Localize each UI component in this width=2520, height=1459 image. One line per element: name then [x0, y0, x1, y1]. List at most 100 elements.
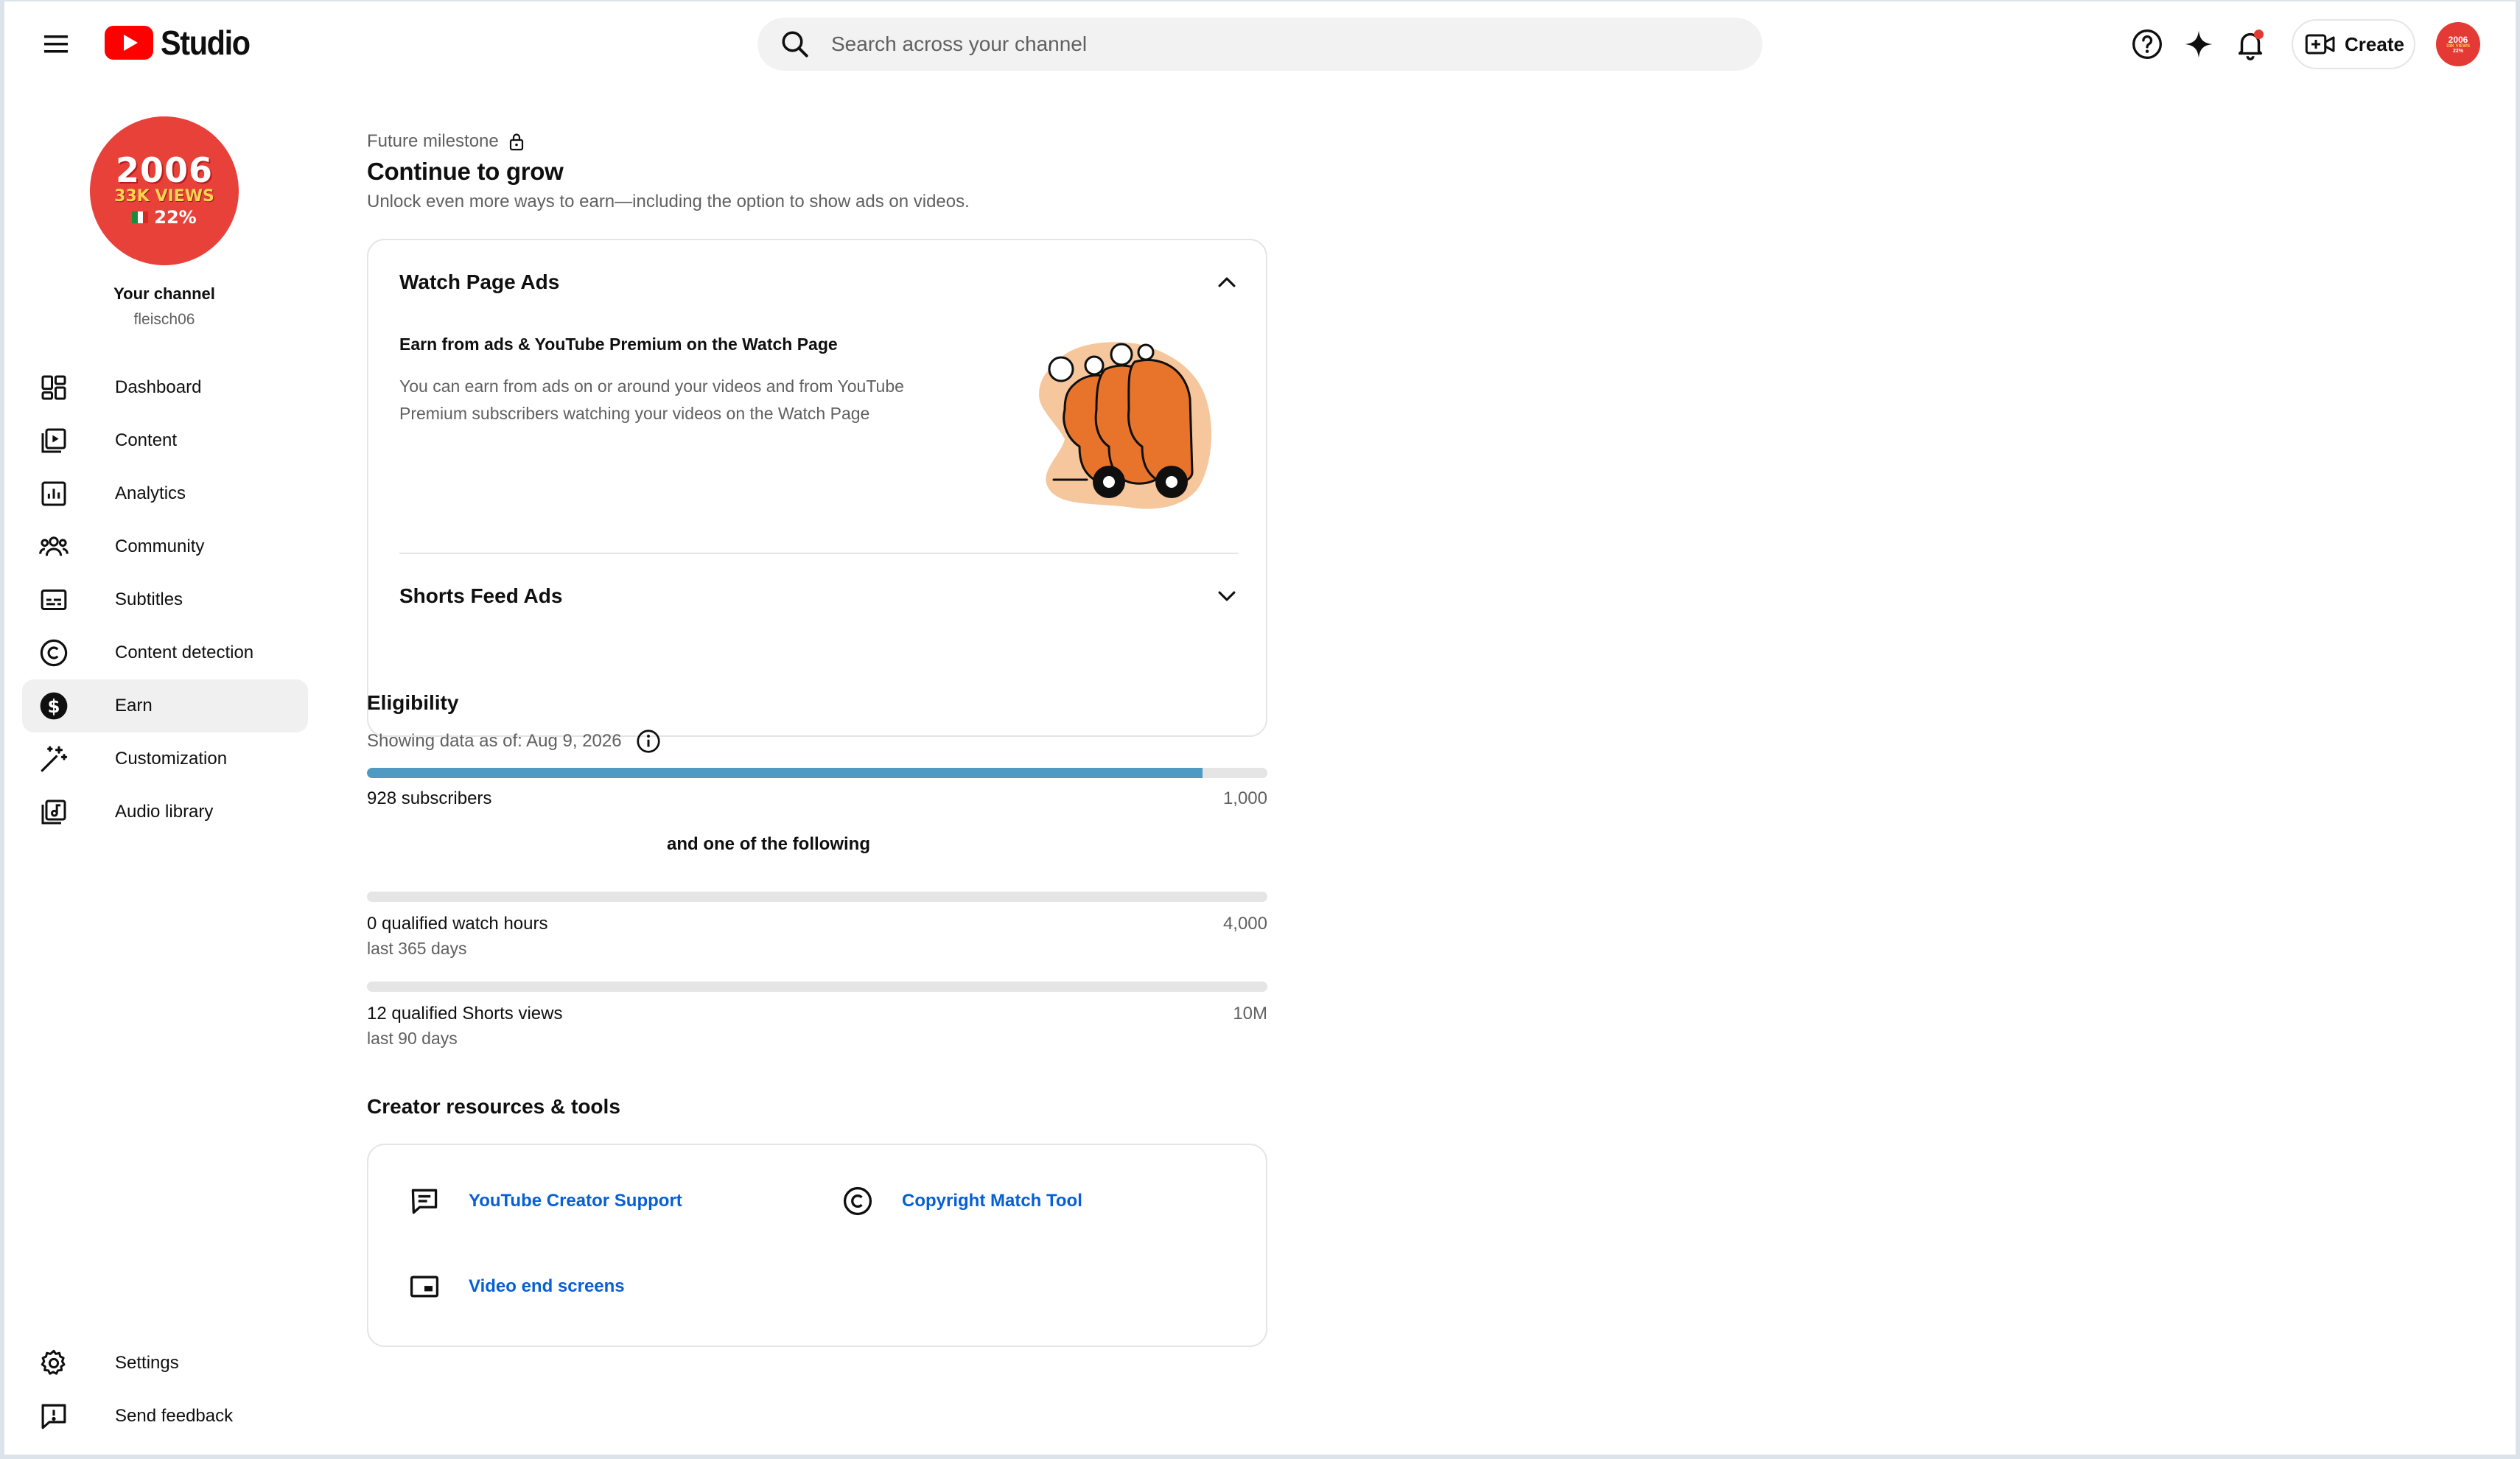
- shorts-views-goal: 10M: [1233, 1004, 1267, 1024]
- logo-text: Studio: [161, 24, 251, 62]
- analytics-icon: [37, 477, 71, 511]
- sidebar-item-label: Subtitles: [115, 589, 183, 609]
- sidebar-item-audio-library[interactable]: Audio library: [22, 786, 308, 839]
- notifications-bell-icon[interactable]: [2228, 22, 2272, 66]
- watch-hours-goal: 4,000: [1222, 914, 1267, 934]
- video-end-screens-link[interactable]: Video end screens: [407, 1269, 625, 1304]
- sidebar-nav: Dashboard Content Analytics Community Su…: [22, 361, 308, 839]
- sidebar-item-content-detection[interactable]: Content detection: [22, 626, 308, 679]
- sidebar-item-content[interactable]: Content: [22, 414, 308, 467]
- eligibility-date: Showing data as of: Aug 9, 2026: [367, 731, 622, 751]
- avatar-percent: 22%: [154, 206, 197, 228]
- sidebar-item-label: Settings: [115, 1353, 179, 1373]
- subscribers-goal: 1,000: [1222, 788, 1267, 808]
- sidebar-bottom-nav: Settings Send feedback: [22, 1337, 308, 1443]
- lock-icon: [509, 133, 523, 151]
- avatar-line-1: 2006: [2448, 34, 2468, 45]
- accordion-body-title: Earn from ads & YouTube Premium on the W…: [399, 335, 838, 354]
- copyright-icon: [37, 636, 71, 670]
- search-icon: [782, 31, 808, 57]
- resource-link-label: YouTube Creator Support: [469, 1191, 682, 1211]
- top-header: Studio Create 2006 33K VIEWS 22%: [0, 0, 2520, 88]
- dollar-icon: $: [37, 689, 71, 723]
- watch-hours-progress-bar: [367, 892, 1267, 902]
- sidebar-item-analytics[interactable]: Analytics: [22, 467, 308, 520]
- channel-avatar[interactable]: 2006 33K VIEWS 22%: [90, 116, 239, 265]
- info-icon[interactable]: [635, 728, 662, 755]
- chevron-up-icon[interactable]: [1214, 270, 1239, 295]
- sidebar-item-label: Content detection: [115, 643, 254, 662]
- copyright-icon: [840, 1183, 875, 1219]
- sidebar-item-subtitles[interactable]: Subtitles: [22, 573, 308, 626]
- page-subtitle: Unlock even more ways to earn—including …: [367, 192, 970, 211]
- sidebar-item-label: Earn: [115, 696, 153, 715]
- sparkle-icon[interactable]: [2177, 22, 2221, 66]
- account-avatar[interactable]: 2006 33K VIEWS 22%: [2436, 22, 2480, 66]
- resources-title: Creator resources & tools: [367, 1095, 620, 1118]
- avatar-line-3: 22%: [2452, 48, 2463, 54]
- search-bar[interactable]: [757, 18, 1763, 71]
- sidebar-item-earn[interactable]: $ Earn: [22, 679, 308, 732]
- hamburger-menu-icon[interactable]: [35, 24, 77, 65]
- audio-library-icon: [37, 795, 71, 829]
- sidebar-item-label: Audio library: [115, 802, 214, 822]
- sidebar-item-label: Content: [115, 430, 178, 450]
- creator-support-link[interactable]: YouTube Creator Support: [407, 1183, 682, 1219]
- copyright-match-tool-link[interactable]: Copyright Match Tool: [840, 1183, 1082, 1219]
- svg-text:$: $: [47, 696, 60, 717]
- sidebar-item-customization[interactable]: Customization: [22, 732, 308, 786]
- chevron-down-icon[interactable]: [1214, 584, 1239, 609]
- video-add-icon: [2305, 34, 2335, 55]
- your-channel-label[interactable]: Your channel: [0, 284, 329, 304]
- page-title: Continue to grow: [367, 158, 564, 185]
- end-screen-icon: [407, 1269, 442, 1304]
- ads-train-illustration: [1024, 336, 1223, 520]
- feedback-icon: [37, 1399, 71, 1433]
- and-one-of-following: and one of the following: [667, 834, 870, 854]
- accordion-divider: [399, 553, 1238, 554]
- shorts-views-period: last 90 days: [367, 1029, 458, 1048]
- sidebar-item-label: Analytics: [115, 483, 186, 503]
- create-label: Create: [2345, 32, 2404, 55]
- community-icon: [37, 530, 71, 564]
- sidebar-item-dashboard[interactable]: Dashboard: [22, 361, 308, 414]
- watch-hours-metric: 0 qualified watch hours 4,000: [367, 914, 1267, 934]
- avatar-year: 2006: [115, 150, 214, 191]
- milestone-label: Future milestone: [367, 131, 499, 151]
- resources-card: YouTube Creator Support Copyright Match …: [367, 1144, 1267, 1347]
- eligibility-title: Eligibility: [367, 691, 459, 714]
- subscribers-progress-bar: [367, 768, 1267, 778]
- avatar-percent-row: 22%: [132, 206, 197, 228]
- sidebar-item-label: Send feedback: [115, 1406, 234, 1426]
- gear-icon: [37, 1346, 71, 1380]
- subscribers-metric: 928 subscribers 1,000: [367, 788, 1267, 809]
- avatar-views: 33K VIEWS: [114, 187, 214, 206]
- help-icon[interactable]: [2125, 22, 2169, 66]
- shorts-views-progress-bar: [367, 982, 1267, 992]
- sidebar-item-community[interactable]: Community: [22, 520, 308, 573]
- create-button[interactable]: Create: [2292, 19, 2415, 69]
- sidebar-item-label: Dashboard: [115, 377, 202, 397]
- eligibility-date-row: Showing data as of: Aug 9, 2026: [367, 728, 662, 755]
- accordion-title: Watch Page Ads: [399, 270, 560, 293]
- accordion-header-shorts-feed-ads[interactable]: Shorts Feed Ads: [399, 584, 1239, 609]
- dashboard-icon: [37, 371, 71, 405]
- accordion-header-watch-page-ads[interactable]: Watch Page Ads: [399, 270, 1239, 295]
- sidebar-item-send-feedback[interactable]: Send feedback: [22, 1390, 308, 1443]
- resource-link-label: Copyright Match Tool: [902, 1191, 1082, 1211]
- studio-logo[interactable]: Studio: [105, 21, 259, 65]
- channel-handle: fleisch06: [133, 311, 195, 328]
- sidebar-item-label: Customization: [115, 749, 228, 769]
- magic-wand-icon: [37, 742, 71, 776]
- sidebar: 2006 33K VIEWS 22% Your channel fleisch0…: [0, 88, 317, 1459]
- search-input[interactable]: [831, 32, 1715, 56]
- accordion-body-text: You can earn from ads on or around your …: [399, 377, 904, 423]
- shorts-views-metric: 12 qualified Shorts views 10M: [367, 1004, 1267, 1024]
- shorts-views-count: 12 qualified Shorts views: [367, 1004, 563, 1024]
- ads-accordion-card: Watch Page Ads Earn from ads & YouTube P…: [367, 239, 1267, 737]
- sidebar-item-label: Community: [115, 536, 205, 556]
- accordion-title: Shorts Feed Ads: [399, 584, 563, 607]
- resource-link-label: Video end screens: [469, 1276, 625, 1296]
- watch-hours-count: 0 qualified watch hours: [367, 914, 548, 934]
- sidebar-item-settings[interactable]: Settings: [22, 1337, 308, 1390]
